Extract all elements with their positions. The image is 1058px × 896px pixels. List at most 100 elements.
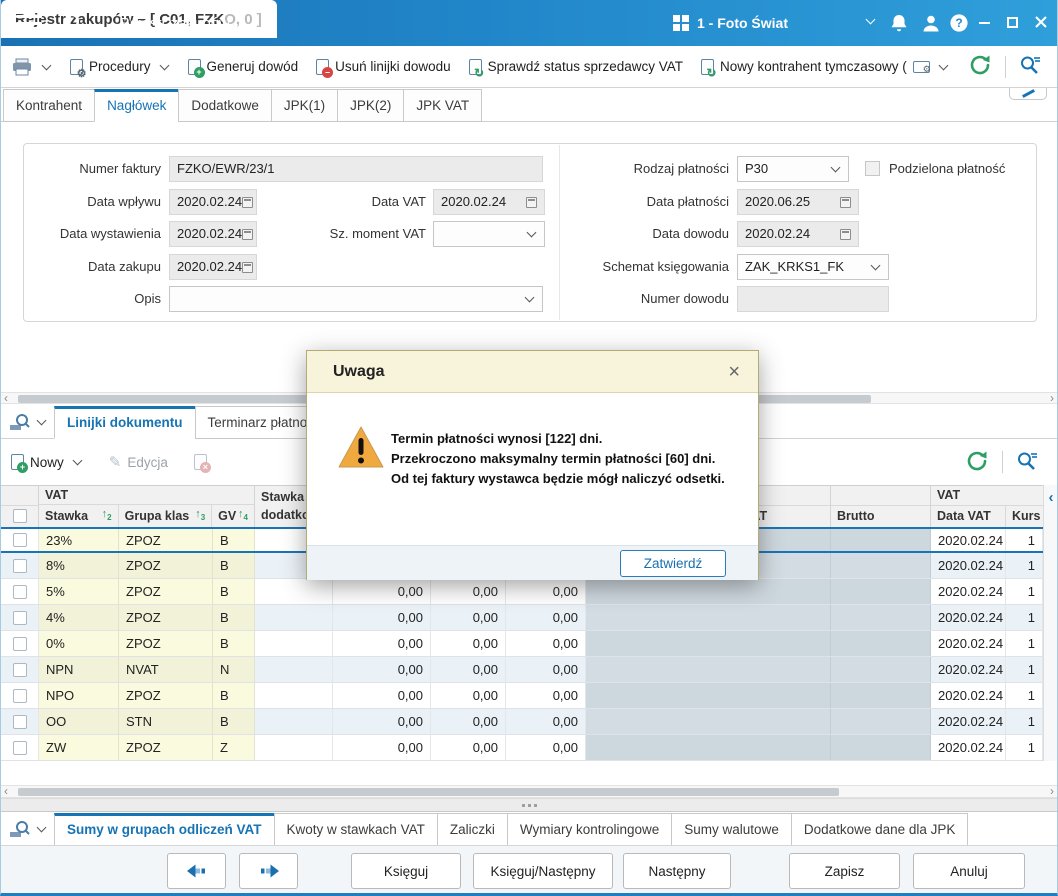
column-header-brutto[interactable]: Brutto <box>831 506 930 527</box>
cell-amount[interactable]: 0,00 <box>333 735 431 760</box>
procedures-button[interactable]: ⚙ Procedury <box>70 59 170 75</box>
bottom-tab[interactable]: Zaliczki <box>437 813 508 846</box>
table-row[interactable]: 4% ZPOZ B 0,00 0,00 0,00 2020.02.24 1 <box>1 605 1043 631</box>
header-tab[interactable]: Nagłówek <box>94 89 179 122</box>
new-temporary-contractor-button[interactable]: ↻ Nowy kontrahent tymczasowy ( ⚙ <box>701 59 949 75</box>
cell-stawka[interactable]: 8% <box>39 553 119 578</box>
cell-stawka[interactable]: NPN <box>39 657 119 682</box>
cell-kurs[interactable]: 1 <box>1006 735 1043 760</box>
scroll-right-icon[interactable]: › <box>1050 784 1054 798</box>
cell-amount[interactable]: 0,00 <box>506 579 586 604</box>
scrollbar-thumb[interactable] <box>18 788 839 796</box>
row-checkbox[interactable] <box>13 559 27 573</box>
header-tab[interactable]: JPK VAT <box>403 89 482 122</box>
header-tab[interactable]: Dodatkowe <box>178 89 272 122</box>
cell-gv[interactable]: B <box>213 605 255 630</box>
bottom-tab[interactable]: Kwoty w stawkach VAT <box>274 813 438 846</box>
calendar-icon[interactable] <box>242 197 253 208</box>
help-icon[interactable]: ? <box>949 13 969 33</box>
column-header-grupa[interactable]: Grupa klas↑3 <box>119 505 213 527</box>
cell-data-vat[interactable]: 2020.02.24 <box>931 709 1006 734</box>
cell-grupa[interactable]: ZPOZ <box>119 683 213 708</box>
cell-stawka-dodatkowa[interactable] <box>255 683 333 708</box>
cell-data-vat[interactable]: 2020.02.24 <box>931 529 1006 551</box>
column-header-gv[interactable]: GV↑4 <box>212 505 254 527</box>
company-chevron-down-icon[interactable] <box>866 15 876 25</box>
payment-date-field[interactable]: 2020.06.25 <box>737 189 859 215</box>
vat-date-field[interactable]: 2020.02.24 <box>433 189 545 215</box>
receipt-date-field[interactable]: 2020.02.24 <box>169 189 257 215</box>
cell-amount[interactable]: 0,00 <box>333 605 431 630</box>
cell-stawka[interactable]: 23% <box>39 529 119 551</box>
procedures-chevron-down-icon[interactable] <box>159 60 169 70</box>
bottom-tab[interactable]: Dodatkowe dane dla JPK <box>791 813 969 846</box>
collapsed-panel-handle[interactable] <box>1009 88 1047 100</box>
post-next-button[interactable]: Księguj/Następny <box>473 853 613 889</box>
cell-stawka[interactable]: 5% <box>39 579 119 604</box>
delete-document-lines-button[interactable]: – Usuń linijki dowodu <box>316 59 451 75</box>
cell-kurs[interactable]: 1 <box>1006 553 1043 578</box>
table-row[interactable]: OO STN B 0,00 0,00 0,00 2020.02.24 1 <box>1 709 1043 735</box>
row-checkbox[interactable] <box>13 533 27 547</box>
maximize-button[interactable] <box>1007 17 1018 28</box>
cell-kurs[interactable]: 1 <box>1006 605 1043 630</box>
new-line-button[interactable]: + Nowy <box>11 454 83 470</box>
chevron-down-icon[interactable] <box>37 415 47 425</box>
calendar-icon[interactable] <box>840 229 851 240</box>
cell-stawka-dodatkowa[interactable] <box>255 579 333 604</box>
cell-gv[interactable]: B <box>213 709 255 734</box>
purchase-date-field[interactable]: 2020.02.24 <box>169 254 257 280</box>
cell-stawka[interactable]: 4% <box>39 605 119 630</box>
cell-data-vat[interactable]: 2020.02.24 <box>931 735 1006 760</box>
next-button[interactable]: Następny <box>623 853 731 889</box>
cell-stawka[interactable]: ZW <box>39 735 119 760</box>
hamburger-menu-icon[interactable] <box>14 11 44 35</box>
cell-amount[interactable]: 0,00 <box>506 657 586 682</box>
cell-stawka-dodatkowa[interactable] <box>255 709 333 734</box>
cell-amount[interactable]: 0,00 <box>431 709 506 734</box>
notifications-bell-icon[interactable] <box>889 13 909 33</box>
cell-amount[interactable]: 0,00 <box>506 631 586 656</box>
cell-grupa[interactable]: ZPOZ <box>119 553 213 578</box>
cell-amount[interactable]: 0,00 <box>431 605 506 630</box>
table-row[interactable]: 0% ZPOZ B 0,00 0,00 0,00 2020.02.24 1 <box>1 631 1043 657</box>
scroll-right-icon[interactable]: › <box>1050 391 1054 405</box>
issue-date-field[interactable]: 2020.02.24 <box>169 221 257 247</box>
cell-stawka[interactable]: 0% <box>39 631 119 656</box>
select-all-checkbox[interactable] <box>13 509 27 523</box>
confirm-button[interactable]: Zatwierdź <box>620 550 726 577</box>
cell-kurs[interactable]: 1 <box>1006 529 1043 551</box>
cell-stawka[interactable]: NPO <box>39 683 119 708</box>
cell-gv[interactable]: B <box>213 529 255 551</box>
posting-scheme-select[interactable]: ZAK_KRKS1_FK <box>737 254 889 280</box>
company-selector[interactable]: 1 - Foto Świat <box>697 0 788 46</box>
header-tab[interactable]: Kontrahent <box>3 89 95 122</box>
calendar-icon[interactable] <box>526 197 537 208</box>
table-row[interactable]: 5% ZPOZ B 0,00 0,00 0,00 2020.02.24 1 <box>1 579 1043 605</box>
cell-amount[interactable]: 0,00 <box>506 605 586 630</box>
cell-grupa[interactable]: NVAT <box>119 657 213 682</box>
save-button[interactable]: Zapisz <box>789 853 900 889</box>
cell-stawka[interactable]: OO <box>39 709 119 734</box>
cell-grupa[interactable]: ZPOZ <box>119 529 213 551</box>
payment-type-select[interactable]: P30 <box>737 156 849 182</box>
apps-grid-icon[interactable] <box>672 14 690 32</box>
check-vat-status-button[interactable]: ↻ Sprawdź status sprzedawcy VAT <box>469 59 683 75</box>
table-row[interactable]: ZW ZPOZ Z 0,00 0,00 0,00 2020.02.24 1 <box>1 735 1043 761</box>
vat-moment-select[interactable] <box>433 221 545 247</box>
cell-amount[interactable]: 0,00 <box>333 657 431 682</box>
cell-gv[interactable]: N <box>213 657 255 682</box>
cell-grupa[interactable]: ZPOZ <box>119 605 213 630</box>
row-checkbox[interactable] <box>13 637 27 651</box>
table-row[interactable]: NPO ZPOZ B 0,00 0,00 0,00 2020.02.24 1 <box>1 683 1043 709</box>
column-header-data-vat[interactable]: Data VAT <box>931 506 1006 527</box>
delete-line-button[interactable]: × <box>194 454 207 470</box>
refresh-button[interactable] <box>967 53 993 80</box>
cell-data-vat[interactable]: 2020.02.24 <box>931 553 1006 578</box>
cell-grupa[interactable]: STN <box>119 709 213 734</box>
cell-data-vat[interactable]: 2020.02.24 <box>931 605 1006 630</box>
bottom-view-selector[interactable] <box>1 812 55 845</box>
minimize-button[interactable] <box>979 22 990 24</box>
header-tab[interactable]: JPK(2) <box>337 89 404 122</box>
table-row[interactable]: NPN NVAT N 0,00 0,00 0,00 2020.02.24 1 <box>1 657 1043 683</box>
